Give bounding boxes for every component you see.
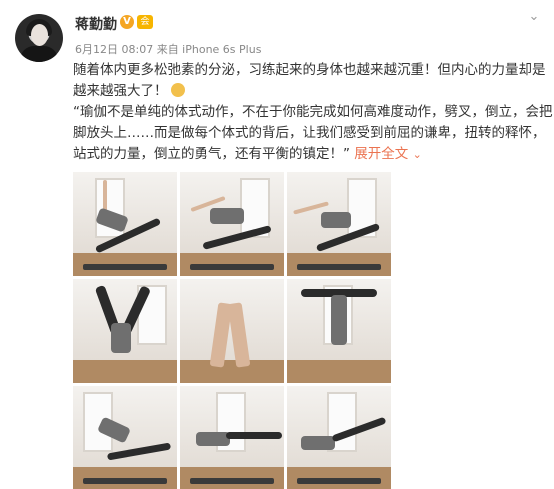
photo-mat: [297, 478, 381, 484]
username[interactable]: 蒋勤勤: [75, 14, 117, 34]
verified-vip-icon[interactable]: V: [120, 15, 134, 29]
photo-figure-top: [321, 212, 351, 228]
post-text-fragment: 越来越强大了！: [73, 83, 168, 99]
photo-prayer-hands-closeup[interactable]: [180, 279, 284, 383]
post-meta: 6月12日 08:07 来自 iPhone 6s Plus: [75, 43, 262, 56]
emoji-icon: [170, 83, 185, 97]
photo-figure-leg: [226, 432, 282, 439]
photo-floor: [73, 360, 177, 383]
photo-triangle-pose[interactable]: [73, 172, 177, 276]
photo-floor: [180, 360, 284, 383]
member-badge-icon[interactable]: 会: [137, 15, 153, 29]
photo-figure-top: [301, 436, 335, 450]
post-text-line: 越来越强大了！: [73, 81, 543, 102]
photo-mat: [190, 264, 274, 270]
photo-figure-top: [210, 208, 244, 224]
post-text-line: 站式的力量，倒立的勇气，还有平衡的镇定！” 展开全文 ⌄: [73, 144, 543, 165]
photo-wall: [73, 172, 177, 254]
expand-full-text-link[interactable]: 展开全文: [354, 146, 408, 162]
photo-extended-side-angle[interactable]: [287, 172, 391, 276]
post-text-line: 脚放头上……而是做每个体式的背后，让我们感受到前屈的谦卑，扭转的释怀，: [73, 125, 546, 141]
photo-revolved-triangle-pose[interactable]: [180, 172, 284, 276]
photo-lunge-twist[interactable]: [73, 386, 177, 489]
photo-warrior-three-variation[interactable]: [180, 386, 284, 489]
chevron-down-icon[interactable]: ⌄: [413, 148, 422, 161]
chevron-down-icon[interactable]: ⌄: [527, 10, 541, 24]
avatar-face: [31, 24, 48, 46]
avatar[interactable]: [15, 14, 63, 62]
photo-mat: [190, 478, 274, 484]
photo-mat: [83, 478, 167, 484]
photo-figure-top: [331, 295, 347, 345]
post-text: 随着体内更多松弛素的分泌，习练起来的身体也越来越沉重！但内心的力量却是 越来越强…: [73, 60, 553, 165]
post-text-line: 随着体内更多松弛素的分泌，习练起来的身体也越来越沉重！但内心的力量却是: [73, 62, 546, 78]
photo-mat: [297, 264, 381, 270]
weibo-post-card: 蒋勤勤 V 会 6月12日 08:07 来自 iPhone 6s Plus ⌄ …: [0, 0, 554, 489]
photo-grid: [73, 172, 393, 489]
photo-figure-top: [196, 432, 230, 446]
photo-wide-leg-headstand[interactable]: [287, 279, 391, 383]
post-text-line: “瑜伽不是单纯的体式动作，不在于你能完成如何高难度动作，劈叉，倒立，会把: [73, 104, 553, 120]
photo-floor: [287, 360, 391, 383]
photo-figure-top: [111, 323, 131, 353]
post-text-fragment: 站式的力量，倒立的勇气，还有平衡的镇定！”: [73, 146, 350, 162]
photo-side-plank-leg-lift[interactable]: [287, 386, 391, 489]
photo-headstand[interactable]: [73, 279, 177, 383]
photo-mat: [83, 264, 167, 270]
avatar-coat: [20, 46, 58, 62]
